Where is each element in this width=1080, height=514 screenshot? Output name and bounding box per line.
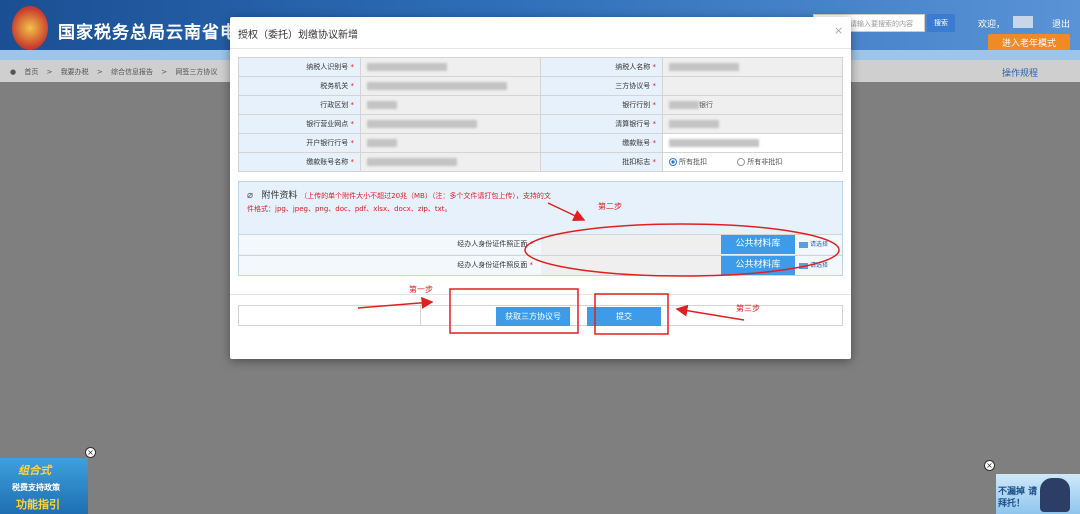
arrow-step2 — [547, 202, 586, 221]
step1-label: 第一步 — [409, 285, 433, 294]
arrow-step3 — [675, 304, 745, 321]
arrow-step1 — [357, 296, 434, 309]
step2-label: 第二步 — [598, 202, 622, 211]
highlight-box-step1 — [449, 288, 579, 334]
step3-label: 第三步 — [736, 304, 760, 313]
highlight-box-step3 — [594, 293, 669, 335]
highlight-ellipse — [524, 223, 840, 277]
annotation-overlay — [357, 202, 840, 335]
